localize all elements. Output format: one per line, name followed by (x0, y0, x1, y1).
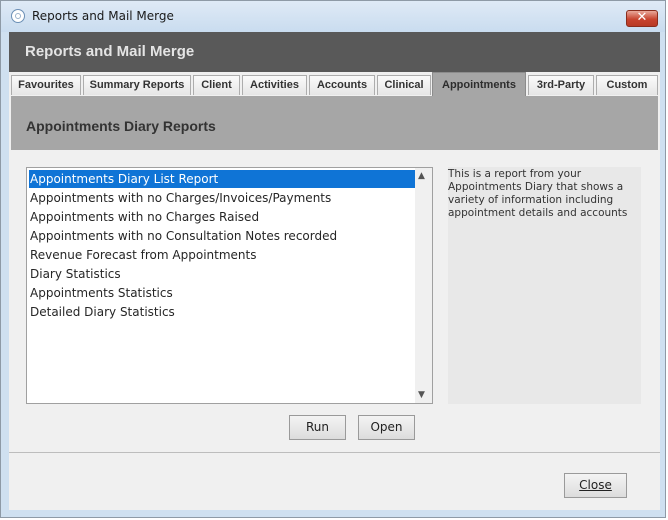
close-button-label: Close (579, 478, 612, 492)
window-close-button[interactable]: ✕ (626, 10, 658, 27)
dialog-body: Reports and Mail Merge Favourites Summar… (9, 32, 660, 510)
list-scrollbar[interactable]: ▲ ▼ (415, 168, 432, 403)
tab-accounts[interactable]: Accounts (309, 75, 375, 95)
list-item[interactable]: Appointments Diary List Report (29, 170, 416, 188)
list-item[interactable]: Detailed Diary Statistics (29, 303, 416, 321)
divider (9, 452, 660, 453)
run-button[interactable]: Run (289, 415, 346, 440)
list-item[interactable]: Revenue Forecast from Appointments (29, 246, 416, 264)
window-title: Reports and Mail Merge (32, 9, 174, 23)
tab-custom[interactable]: Custom (596, 75, 658, 95)
section-title: Appointments Diary Reports (26, 118, 216, 134)
tab-summary-reports[interactable]: Summary Reports (83, 75, 191, 95)
list-item[interactable]: Appointments with no Consultation Notes … (29, 227, 416, 245)
chevron-up-icon[interactable]: ▲ (418, 171, 425, 181)
tab-appointments[interactable]: Appointments (432, 72, 526, 98)
report-list[interactable]: Appointments Diary List Report Appointme… (26, 167, 433, 404)
tab-clinical[interactable]: Clinical (377, 75, 431, 95)
app-logo-icon (11, 9, 25, 23)
header-band: Reports and Mail Merge (9, 32, 660, 72)
tab-client[interactable]: Client (193, 75, 240, 95)
list-item[interactable]: Appointments with no Charges Raised (29, 208, 416, 226)
chevron-down-icon[interactable]: ▼ (418, 390, 425, 400)
tab-activities[interactable]: Activities (242, 75, 307, 95)
list-item[interactable]: Appointments with no Charges/Invoices/Pa… (29, 189, 416, 207)
report-description-panel: This is a report from your Appointments … (448, 167, 641, 404)
list-item[interactable]: Appointments Statistics (29, 284, 416, 302)
report-description: This is a report from your Appointments … (448, 168, 628, 219)
close-button[interactable]: Close (564, 473, 627, 498)
title-bar: Reports and Mail Merge ✕ (1, 1, 665, 32)
reports-window: Reports and Mail Merge ✕ Reports and Mai… (0, 0, 666, 518)
tab-favourites[interactable]: Favourites (11, 75, 81, 95)
page-title: Reports and Mail Merge (25, 43, 195, 60)
report-tabs: Favourites Summary Reports Client Activi… (9, 72, 660, 98)
section-header: Appointments Diary Reports (11, 96, 658, 150)
open-button[interactable]: Open (358, 415, 415, 440)
close-icon: ✕ (636, 10, 648, 25)
tab-3rd-party[interactable]: 3rd-Party (528, 75, 594, 95)
list-item[interactable]: Diary Statistics (29, 265, 416, 283)
